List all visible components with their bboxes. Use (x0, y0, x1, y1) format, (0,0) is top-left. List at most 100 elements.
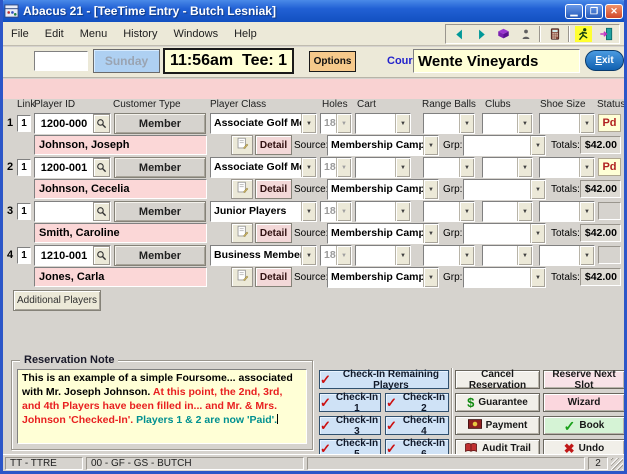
exit-button[interactable]: Exit (585, 50, 624, 71)
notes-icon-button[interactable] (231, 267, 253, 287)
chevron-down-icon[interactable]: ▼ (423, 224, 438, 243)
customer-type-button[interactable]: Member (114, 157, 206, 178)
detail-button[interactable]: Detail (255, 135, 292, 155)
payment-button[interactable]: Payment (455, 416, 540, 435)
chevron-down-icon[interactable]: ▼ (301, 158, 316, 177)
cancel-reservation-button[interactable]: Cancel Reservation (455, 369, 540, 391)
restore-button[interactable]: ❐ (585, 3, 603, 19)
clubs-select[interactable]: ▼ (482, 157, 533, 178)
range-balls-select[interactable]: ▼ (423, 201, 475, 222)
chevron-down-icon[interactable]: ▼ (530, 180, 545, 199)
clubs-select[interactable]: ▼ (482, 113, 533, 134)
chevron-down-icon[interactable]: ▼ (423, 180, 438, 199)
chevron-down-icon[interactable]: ▼ (459, 158, 474, 177)
range-balls-select[interactable]: ▼ (423, 157, 475, 178)
cart-select[interactable]: ▼ (355, 113, 411, 134)
exit-door-icon[interactable] (597, 26, 614, 42)
search-icon-button[interactable] (93, 158, 110, 177)
cart-select[interactable]: ▼ (355, 201, 411, 222)
chevron-down-icon[interactable]: ▼ (301, 246, 316, 265)
player-name-field[interactable] (34, 135, 207, 155)
checkin-1-button[interactable]: ✓ Check-In 1 (319, 392, 381, 414)
detail-button[interactable]: Detail (255, 223, 292, 243)
notes-icon-button[interactable] (231, 135, 253, 155)
player-class-select[interactable]: Junior Players ▼ (210, 201, 317, 222)
chevron-down-icon[interactable]: ▼ (579, 202, 594, 221)
player-class-select[interactable]: Associate Golf Membe▼ (210, 113, 317, 134)
player-class-select[interactable]: Business Members ▼ (210, 245, 317, 266)
guarantee-button[interactable]: $ Guarantee (455, 393, 540, 412)
search-icon-button[interactable] (93, 114, 110, 133)
checkin-3-button[interactable]: ✓ Check-In 3 (319, 415, 381, 437)
user-icon[interactable] (517, 26, 534, 42)
options-button[interactable]: Options (309, 51, 356, 72)
source-select[interactable]: Membership Campa ▼ (327, 267, 439, 288)
chevron-down-icon[interactable]: ▼ (517, 158, 532, 177)
menu-windows[interactable]: Windows (165, 25, 226, 43)
chevron-down-icon[interactable]: ▼ (395, 202, 410, 221)
chevron-down-icon[interactable]: ▼ (517, 114, 532, 133)
menu-menu[interactable]: Menu (72, 25, 116, 43)
calculator-icon[interactable] (546, 26, 563, 42)
customer-type-button[interactable]: Member (114, 201, 206, 222)
notes-icon-button[interactable] (231, 223, 253, 243)
minimize-button[interactable]: ▁ (565, 3, 583, 19)
chevron-down-icon[interactable]: ▼ (459, 202, 474, 221)
cart-select[interactable]: ▼ (355, 245, 411, 266)
notes-icon-button[interactable] (231, 179, 253, 199)
chevron-down-icon[interactable]: ▼ (395, 246, 410, 265)
shoe-size-select[interactable]: ▼ (539, 157, 595, 178)
date-input[interactable] (34, 51, 88, 71)
clubs-select[interactable]: ▼ (482, 245, 533, 266)
group-select[interactable]: ▼ (463, 135, 546, 156)
shoe-size-select[interactable]: ▼ (539, 201, 595, 222)
back-arrow-icon[interactable] (451, 26, 468, 42)
reservation-note-text[interactable]: This is an example of a simple Foursome.… (17, 369, 307, 444)
player-id-input[interactable] (35, 202, 93, 221)
wizard-button[interactable]: Wizard (543, 393, 624, 412)
chevron-down-icon[interactable]: ▼ (423, 268, 438, 287)
chevron-down-icon[interactable]: ▼ (579, 114, 594, 133)
shoe-size-select[interactable]: ▼ (539, 245, 595, 266)
chevron-down-icon[interactable]: ▼ (459, 246, 474, 265)
chevron-down-icon[interactable]: ▼ (579, 246, 594, 265)
source-select[interactable]: Membership Campa ▼ (327, 223, 439, 244)
player-id-input[interactable] (35, 114, 93, 133)
cart-select[interactable]: ▼ (355, 157, 411, 178)
search-icon-button[interactable] (93, 246, 110, 265)
chevron-down-icon[interactable]: ▼ (517, 246, 532, 265)
forward-arrow-icon[interactable] (473, 26, 490, 42)
close-button[interactable]: ✕ (605, 3, 623, 19)
menu-edit[interactable]: Edit (37, 25, 72, 43)
menu-help[interactable]: Help (226, 25, 265, 43)
purple-book-icon[interactable] (495, 26, 512, 42)
search-icon-button[interactable] (93, 202, 110, 221)
source-select[interactable]: Membership Campa ▼ (327, 179, 439, 200)
chevron-down-icon[interactable]: ▼ (459, 114, 474, 133)
book-button[interactable]: ✓ Book (543, 416, 624, 435)
checkin-2-button[interactable]: ✓ Check-In 2 (385, 392, 449, 414)
resize-grip[interactable] (611, 458, 623, 470)
checkin-4-button[interactable]: ✓ Check-In 4 (385, 415, 449, 437)
clubs-select[interactable]: ▼ (482, 201, 533, 222)
chevron-down-icon[interactable]: ▼ (395, 158, 410, 177)
chevron-down-icon[interactable]: ▼ (579, 158, 594, 177)
menu-file[interactable]: File (3, 25, 37, 43)
chevron-down-icon[interactable]: ▼ (530, 136, 545, 155)
source-select[interactable]: Membership Campa ▼ (327, 135, 439, 156)
course-field[interactable] (413, 49, 580, 73)
range-balls-select[interactable]: ▼ (423, 245, 475, 266)
chevron-down-icon[interactable]: ▼ (301, 202, 316, 221)
checkin-remaining-button[interactable]: ✓ Check-In Remaining Players (319, 369, 449, 391)
player-name-field[interactable] (34, 179, 207, 199)
group-select[interactable]: ▼ (463, 223, 546, 244)
checkin-runner-icon[interactable] (575, 26, 592, 42)
chevron-down-icon[interactable]: ▼ (530, 224, 545, 243)
player-id-input[interactable] (35, 246, 93, 265)
player-name-field[interactable] (34, 267, 207, 287)
range-balls-select[interactable]: ▼ (423, 113, 475, 134)
player-class-select[interactable]: Associate Golf Membe▼ (210, 157, 317, 178)
player-name-field[interactable] (34, 223, 207, 243)
group-select[interactable]: ▼ (463, 179, 546, 200)
group-select[interactable]: ▼ (463, 267, 546, 288)
